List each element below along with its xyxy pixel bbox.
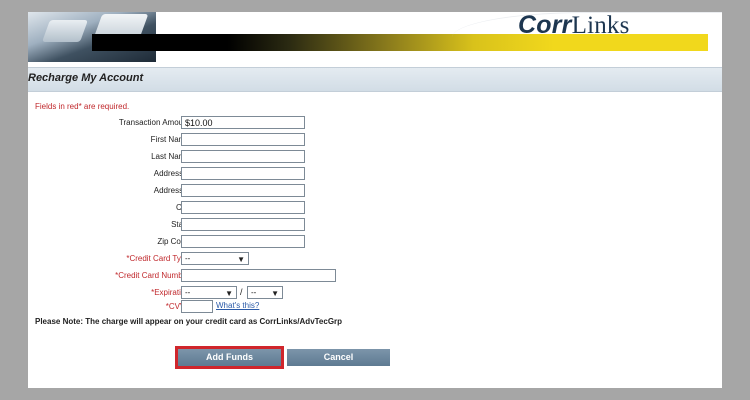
charge-note: Please Note: The charge will appear on y… — [35, 317, 343, 326]
chevron-down-icon: ▼ — [225, 289, 233, 298]
row-card-number: *Credit Card Number: — [28, 269, 708, 284]
expiration-month-select[interactable]: -- ▼ — [181, 286, 237, 299]
row-transaction-amount: Transaction Amount: $10.00 — [28, 116, 708, 131]
keyboard-key-graphic — [41, 20, 89, 42]
page: CorrLinks Recharge My Account Fields in … — [28, 12, 722, 388]
row-state: State: — [28, 218, 708, 233]
row-last-name: Last Name: — [28, 150, 708, 165]
header-banner: CorrLinks — [28, 12, 722, 62]
cvv2-input[interactable] — [181, 300, 213, 313]
row-cvv2: *CVV2: What's this? — [28, 300, 708, 315]
whats-this-link[interactable]: What's this? — [216, 301, 259, 310]
logo-links: Links — [571, 12, 630, 39]
logo-corr: Corr — [518, 12, 572, 39]
city-input[interactable] — [181, 201, 305, 214]
card-type-value: -- — [185, 254, 191, 263]
cancel-button[interactable]: Cancel — [287, 349, 390, 366]
row-city: City: — [28, 201, 708, 216]
card-type-select[interactable]: -- ▼ — [181, 252, 249, 265]
corrlinks-logo[interactable]: CorrLinks — [518, 12, 630, 39]
row-address2: Address 2: — [28, 184, 708, 199]
chevron-down-icon: ▼ — [271, 289, 279, 298]
row-address1: Address 1: — [28, 167, 708, 182]
section-title-bar: Recharge My Account — [28, 67, 722, 92]
first-name-input[interactable] — [181, 133, 305, 146]
chevron-down-icon: ▼ — [237, 255, 245, 264]
address1-input[interactable] — [181, 167, 305, 180]
card-number-input[interactable] — [181, 269, 336, 282]
row-expiration: *Expiration: -- ▼ / -- ▼ — [28, 286, 708, 301]
expiration-month-value: -- — [185, 288, 191, 297]
state-input[interactable] — [181, 218, 305, 231]
expiration-separator: / — [240, 287, 243, 297]
required-fields-note: Fields in red* are required. — [35, 102, 130, 111]
row-zip: Zip Code: — [28, 235, 708, 250]
page-title: Recharge My Account — [28, 72, 144, 84]
row-first-name: First Name: — [28, 133, 708, 148]
expiration-year-select[interactable]: -- ▼ — [247, 286, 283, 299]
last-name-input[interactable] — [181, 150, 305, 163]
expiration-year-value: -- — [251, 288, 257, 297]
row-card-type: *Credit Card Type: -- ▼ — [28, 252, 708, 267]
zip-input[interactable] — [181, 235, 305, 248]
address2-input[interactable] — [181, 184, 305, 197]
add-funds-button[interactable]: Add Funds — [178, 349, 281, 366]
transaction-amount-input[interactable]: $10.00 — [181, 116, 305, 129]
